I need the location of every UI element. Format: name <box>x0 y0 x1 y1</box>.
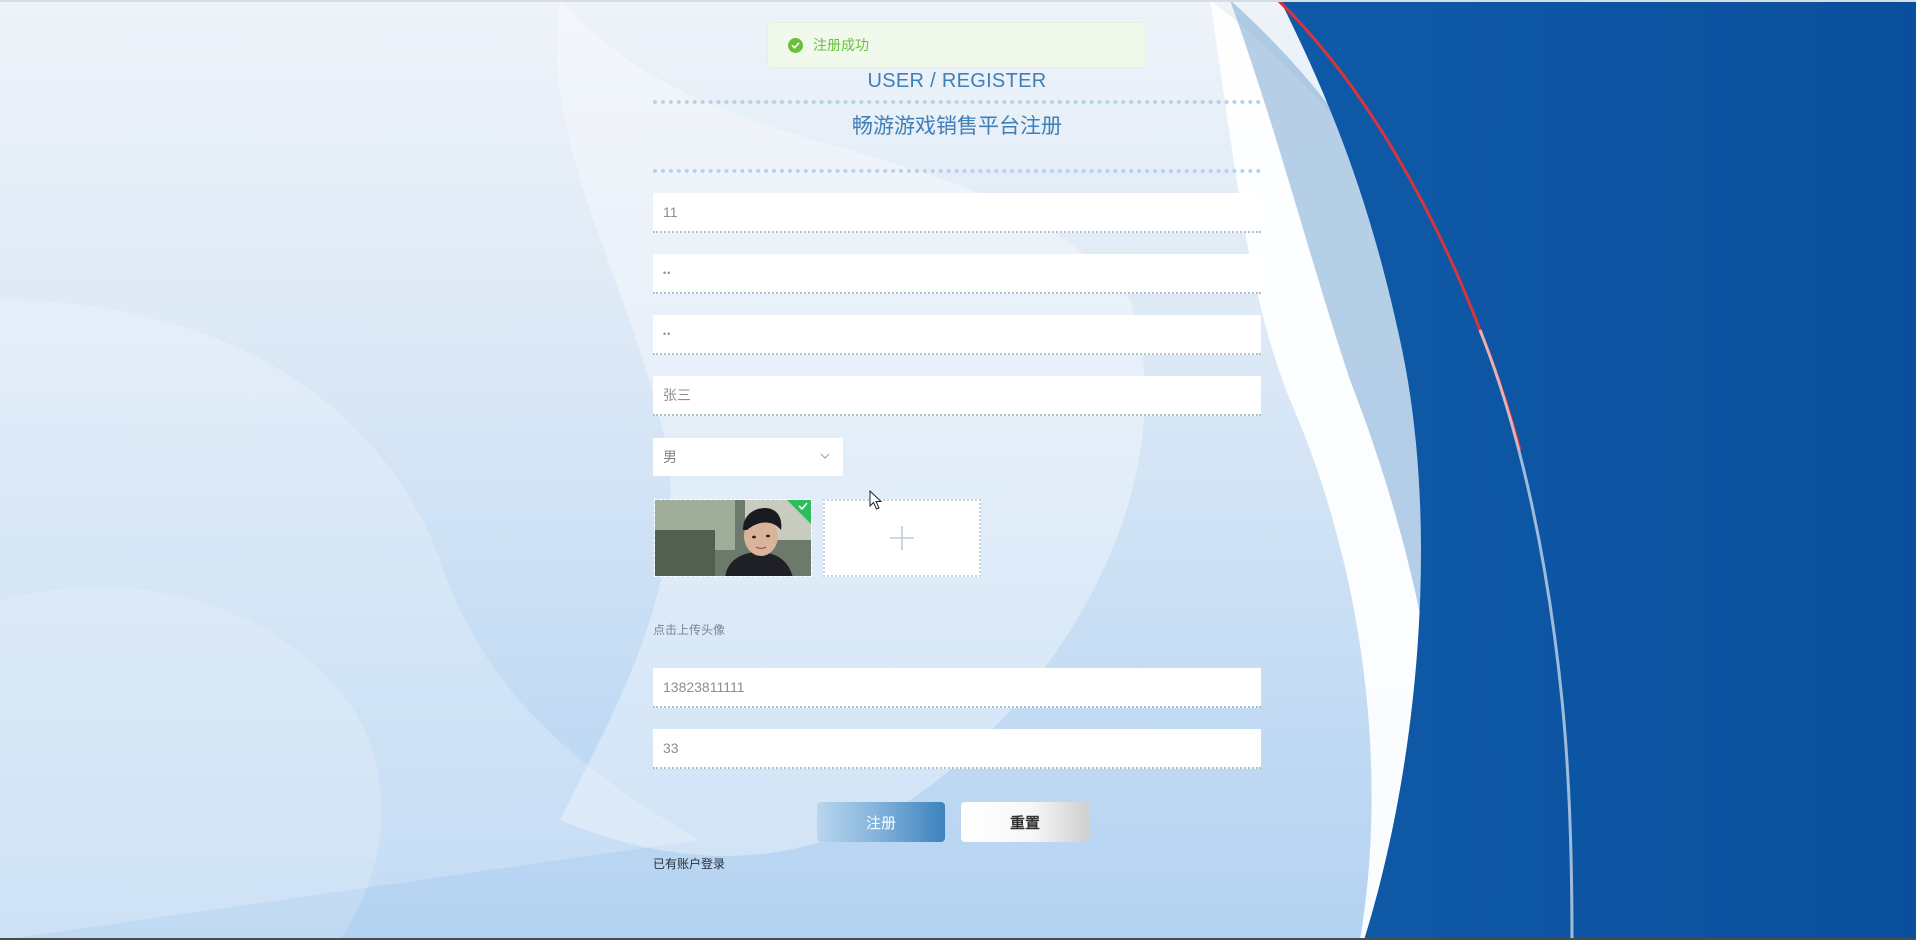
login-link[interactable]: 已有账户登录 <box>653 855 725 872</box>
register-page: 注册成功 USER / REGISTER 畅游游戏销售平台注册 11 •• ••… <box>0 0 1916 940</box>
register-button[interactable]: 注册 <box>817 802 945 842</box>
divider-top <box>653 100 1261 104</box>
confirm-password-value: •• <box>663 329 672 339</box>
chevron-down-icon <box>820 453 830 459</box>
confirm-password-input[interactable]: •• <box>653 315 1261 355</box>
gender-selected-value: 男 <box>663 449 677 465</box>
age-value: 33 <box>663 740 679 756</box>
password-value: •• <box>663 268 672 278</box>
page-title-en: USER / REGISTER <box>867 70 1047 92</box>
reset-button[interactable]: 重置 <box>961 802 1089 842</box>
account-value: 11 <box>663 204 678 220</box>
page-title: 畅游游戏销售平台注册 <box>852 115 1062 138</box>
name-input[interactable]: 张三 <box>653 376 1261 416</box>
account-input[interactable]: 11 <box>653 193 1261 233</box>
toast-message: 注册成功 <box>813 37 869 53</box>
background-decoration <box>0 0 1916 940</box>
avatar-upload-button[interactable] <box>823 499 981 577</box>
divider-bottom <box>653 169 1261 173</box>
plus-icon <box>890 526 914 550</box>
age-input[interactable]: 33 <box>653 729 1261 769</box>
check-circle-icon <box>788 37 803 53</box>
phone-input[interactable]: 13823811111 <box>653 668 1261 708</box>
top-border <box>0 0 1916 2</box>
avatar-upload-hint: 点击上传头像 <box>653 623 726 637</box>
avatar-preview[interactable] <box>654 499 812 577</box>
phone-value: 13823811111 <box>663 679 745 695</box>
name-value: 张三 <box>663 387 691 403</box>
password-input[interactable]: •• <box>653 254 1261 294</box>
avatar-photo <box>655 500 811 576</box>
success-toast: 注册成功 <box>767 22 1146 68</box>
mouse-cursor-icon <box>869 490 883 510</box>
gender-select[interactable]: 男 <box>653 438 843 476</box>
